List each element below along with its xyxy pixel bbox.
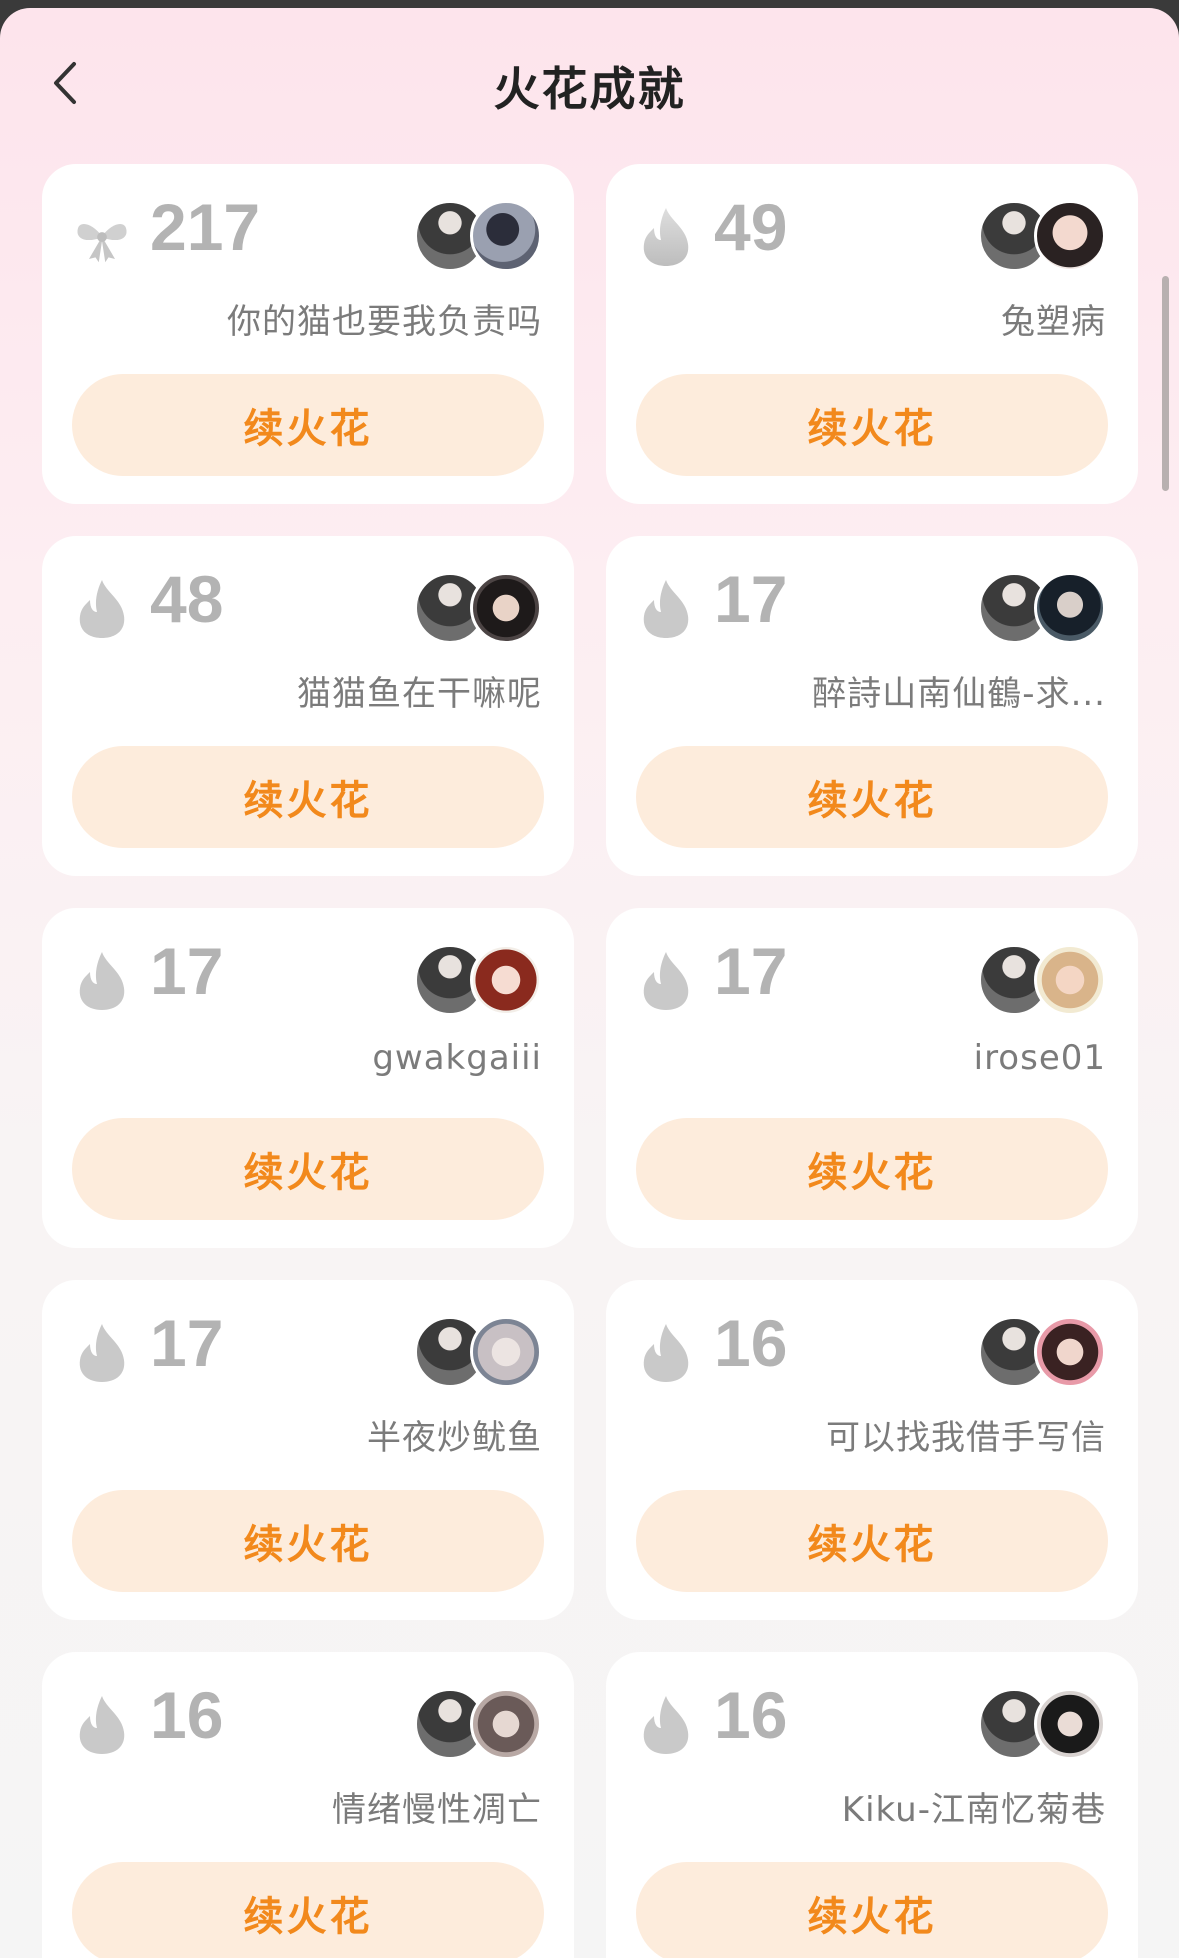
friend-name: 兔塑病 — [1001, 302, 1106, 342]
friend-name: 可以找我借手写信 — [826, 1418, 1106, 1458]
header: 火花成就 — [0, 8, 1179, 158]
avatar-pair — [414, 1688, 544, 1760]
friend-avatar[interactable] — [1034, 200, 1106, 272]
flame-icon — [76, 1694, 128, 1756]
spark-achievements-page: 火花成就 217 你的猫也要我负责吗 续火花 49 兔塑病 续火花 48 猫猫鱼… — [0, 8, 1179, 1958]
avatar-pair — [414, 1316, 544, 1388]
avatar-pair — [414, 944, 544, 1016]
spark-card-grid: 217 你的猫也要我负责吗 续火花 49 兔塑病 续火花 48 猫猫鱼在干嘛呢 … — [42, 164, 1138, 1958]
continue-spark-button[interactable]: 续火花 — [72, 746, 544, 848]
friend-avatar[interactable] — [1034, 1688, 1106, 1760]
avatar-pair — [978, 1316, 1108, 1388]
page-title: 火花成就 — [493, 62, 686, 116]
avatar-pair — [978, 200, 1108, 272]
avatar-pair — [978, 944, 1108, 1016]
friend-name: 情绪慢性凋亡 — [332, 1790, 542, 1830]
spark-card: 16 可以找我借手写信 续火花 — [606, 1280, 1138, 1620]
avatar-pair — [978, 1688, 1108, 1760]
continue-spark-button[interactable]: 续火花 — [636, 1490, 1108, 1592]
spark-card: 17 半夜炒鱿鱼 续火花 — [42, 1280, 574, 1620]
flame-icon — [640, 578, 692, 640]
friend-avatar[interactable] — [470, 572, 542, 644]
spark-count: 17 — [714, 562, 788, 636]
spark-count: 17 — [150, 934, 224, 1008]
flame-icon — [640, 1694, 692, 1756]
spark-card: 17 gwakgaiii 续火花 — [42, 908, 574, 1248]
friend-avatar[interactable] — [470, 1688, 542, 1760]
friend-avatar[interactable] — [470, 1316, 542, 1388]
avatar-pair — [414, 200, 544, 272]
friend-name: 你的猫也要我负责吗 — [227, 302, 542, 342]
scrollbar[interactable] — [1162, 276, 1169, 491]
friend-name: 醉詩山南仙鶴-求... — [812, 674, 1106, 714]
continue-spark-button[interactable]: 续火花 — [72, 1118, 544, 1220]
spark-card: 49 兔塑病 续火花 — [606, 164, 1138, 504]
flame-icon — [640, 950, 692, 1012]
continue-spark-button[interactable]: 续火花 — [72, 1490, 544, 1592]
flame-icon — [76, 1322, 128, 1384]
spark-count: 16 — [714, 1306, 788, 1380]
friend-name: irose01 — [973, 1038, 1106, 1078]
friend-name: Kiku-江南忆菊巷 — [841, 1790, 1106, 1830]
continue-spark-button[interactable]: 续火花 — [636, 374, 1108, 476]
spark-count: 16 — [714, 1678, 788, 1752]
avatar-pair — [978, 572, 1108, 644]
friend-name: gwakgaiii — [372, 1038, 542, 1078]
continue-spark-button[interactable]: 续火花 — [636, 1118, 1108, 1220]
friend-avatar[interactable] — [1034, 944, 1106, 1016]
spark-count: 17 — [714, 934, 788, 1008]
friend-avatar[interactable] — [1034, 1316, 1106, 1388]
friend-name: 猫猫鱼在干嘛呢 — [297, 674, 542, 714]
friend-avatar[interactable] — [470, 200, 542, 272]
friend-name: 半夜炒鱿鱼 — [367, 1418, 542, 1458]
spark-count: 48 — [150, 562, 224, 636]
spark-card: 17 irose01 续火花 — [606, 908, 1138, 1248]
continue-spark-button[interactable]: 续火花 — [636, 746, 1108, 848]
flame-icon — [76, 578, 128, 640]
spark-card: 16 Kiku-江南忆菊巷 续火花 — [606, 1652, 1138, 1958]
spark-card: 217 你的猫也要我负责吗 续火花 — [42, 164, 574, 504]
spark-count: 16 — [150, 1678, 224, 1752]
flame-icon — [640, 206, 692, 268]
continue-spark-button[interactable]: 续火花 — [72, 374, 544, 476]
friend-avatar[interactable] — [470, 944, 542, 1016]
spark-card: 17 醉詩山南仙鶴-求... 续火花 — [606, 536, 1138, 876]
spark-card: 16 情绪慢性凋亡 续火花 — [42, 1652, 574, 1958]
avatar-pair — [414, 572, 544, 644]
flame-icon — [640, 1322, 692, 1384]
flame-icon — [76, 950, 128, 1012]
continue-spark-button[interactable]: 续火花 — [72, 1862, 544, 1958]
spark-card: 48 猫猫鱼在干嘛呢 续火花 — [42, 536, 574, 876]
spark-count: 217 — [150, 190, 261, 264]
spark-count: 49 — [714, 190, 788, 264]
spark-count: 17 — [150, 1306, 224, 1380]
continue-spark-button[interactable]: 续火花 — [636, 1862, 1108, 1958]
friend-avatar[interactable] — [1034, 572, 1106, 644]
bow-icon — [76, 206, 128, 268]
